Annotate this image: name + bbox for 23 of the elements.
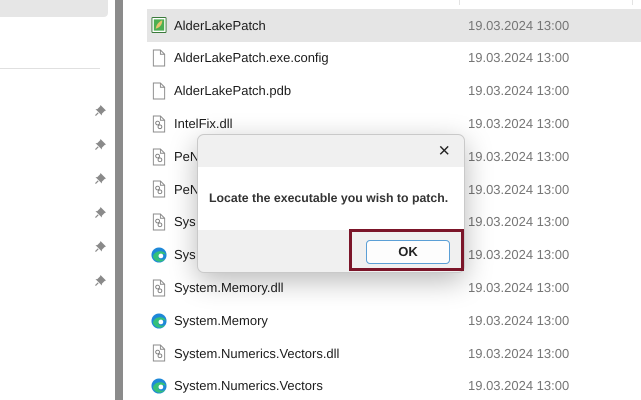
file-date: 19.03.2024 13:00 bbox=[468, 312, 570, 330]
file-name: System.Numerics.Vectors.dll bbox=[174, 346, 340, 361]
file-date: 19.03.2024 13:00 bbox=[468, 279, 570, 298]
file-name: IntelFix.dll bbox=[174, 116, 233, 132]
file-name: System.Memory.dll bbox=[174, 280, 284, 296]
dialog-message: Locate the executable you wish to patch. bbox=[209, 190, 448, 208]
file-date: 19.03.2024 13:00 bbox=[468, 246, 570, 264]
file-name: System.Memory bbox=[174, 312, 268, 328]
file-date: 19.03.2024 13:00 bbox=[468, 115, 570, 134]
file-date: 19.03.2024 13:00 bbox=[468, 344, 570, 363]
file-date: 19.03.2024 13:00 bbox=[468, 377, 570, 396]
file-name: AlderLakePatch.pdb bbox=[174, 83, 292, 98]
file-date: 19.03.2024 13:00 bbox=[468, 16, 570, 35]
file-name: System.Numerics.Vectors bbox=[174, 378, 323, 394]
file-date: 19.03.2024 13:00 bbox=[468, 49, 570, 68]
file-name: AlderLakePatch bbox=[174, 18, 266, 33]
file-date: 19.03.2024 13:00 bbox=[468, 213, 570, 232]
file-name: Sys bbox=[174, 214, 196, 230]
file-date: 19.03.2024 13:00 bbox=[468, 180, 570, 199]
file-date: 19.03.2024 13:00 bbox=[468, 82, 570, 100]
file-name: Sys bbox=[174, 247, 196, 262]
file-date: 19.03.2024 13:00 bbox=[468, 148, 570, 166]
file-name: AlderLakePatch.exe.config bbox=[174, 50, 329, 66]
